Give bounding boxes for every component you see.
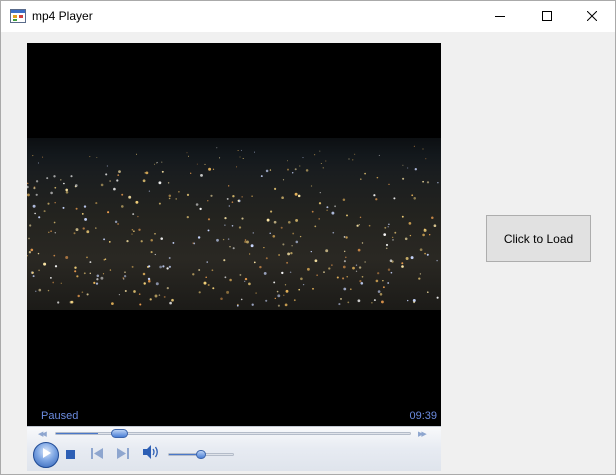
playback-time: 09:39 xyxy=(409,410,437,422)
mute-button[interactable] xyxy=(142,445,160,464)
volume-icon xyxy=(142,445,160,464)
minimize-button[interactable] xyxy=(477,1,523,32)
player-controls: ◀◀ ▶▶ xyxy=(27,426,441,471)
window-title: mp4 Player xyxy=(32,9,93,23)
title-bar[interactable]: mp4 Player xyxy=(1,1,615,32)
play-button[interactable] xyxy=(33,442,59,468)
fast-forward-icon[interactable]: ▶▶ xyxy=(418,430,427,438)
volume-handle[interactable] xyxy=(196,450,206,459)
play-icon xyxy=(40,446,52,464)
seek-handle[interactable] xyxy=(110,429,128,438)
previous-button[interactable] xyxy=(90,446,104,464)
maximize-button[interactable] xyxy=(524,1,570,32)
next-button[interactable] xyxy=(116,446,130,464)
app-window: mp4 Player Paused 09:39 ◀◀ ▶▶ Click to L… xyxy=(0,0,616,475)
playback-status: Paused xyxy=(41,410,79,422)
close-button[interactable] xyxy=(569,1,615,32)
stop-button[interactable] xyxy=(65,449,76,460)
media-player[interactable]: Paused 09:39 ◀◀ ▶▶ xyxy=(27,43,441,471)
seek-bar[interactable] xyxy=(55,432,411,435)
maximize-icon xyxy=(542,8,552,26)
previous-icon xyxy=(91,446,103,464)
stop-icon xyxy=(66,446,75,464)
close-icon xyxy=(586,8,598,26)
minimize-icon xyxy=(495,8,505,26)
app-window-icon xyxy=(10,9,26,23)
rewind-icon[interactable]: ◀◀ xyxy=(38,430,47,438)
next-icon xyxy=(117,446,129,464)
load-button[interactable]: Click to Load xyxy=(486,215,591,262)
video-frame[interactable] xyxy=(27,138,441,310)
seek-progress xyxy=(56,433,99,434)
